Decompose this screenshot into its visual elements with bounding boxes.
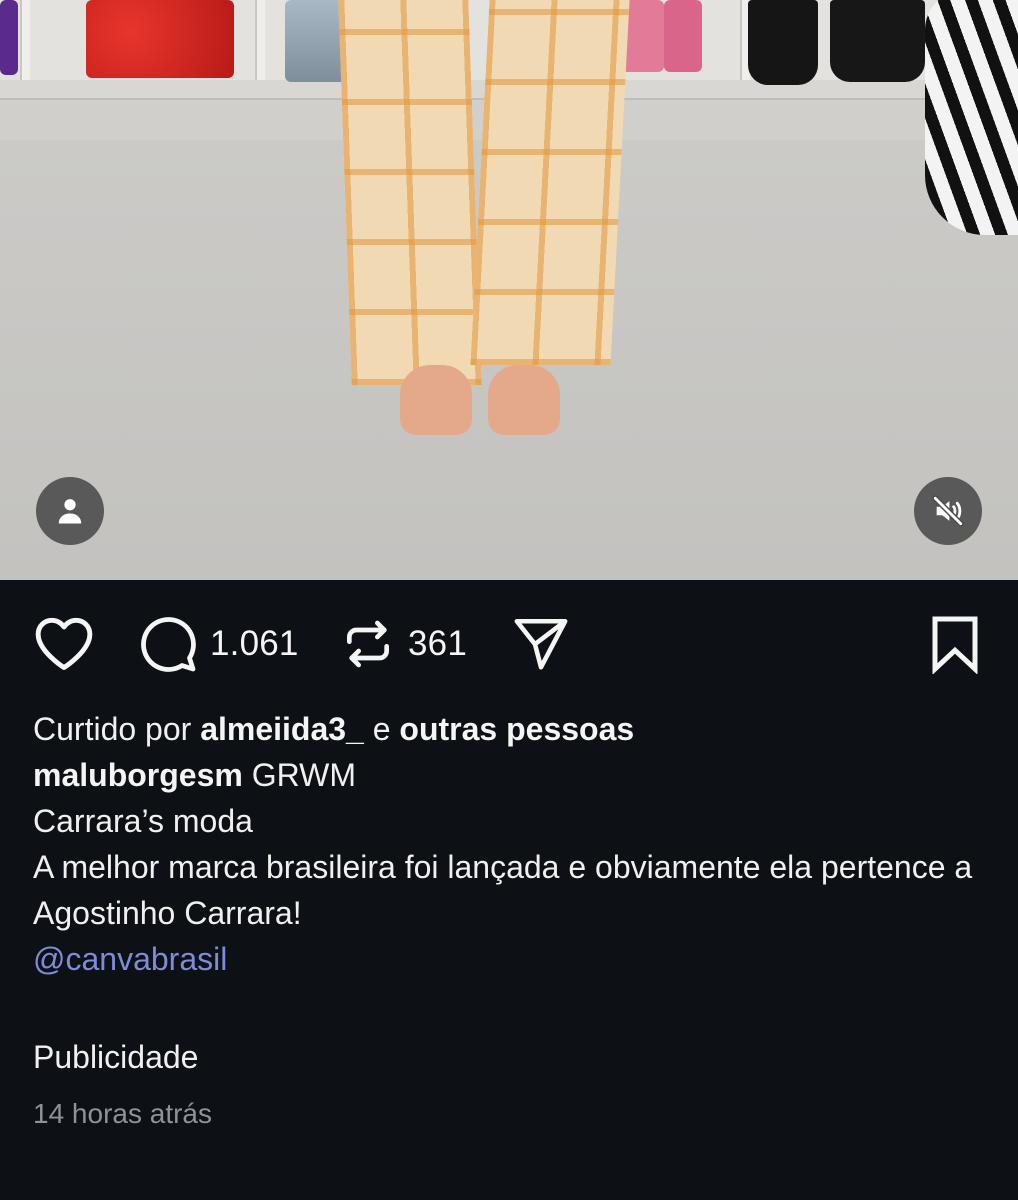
bookmark-icon xyxy=(932,616,978,674)
pant-leg-right xyxy=(470,0,630,365)
shoe xyxy=(830,0,925,82)
mute-toggle-button[interactable] xyxy=(914,477,982,545)
person-icon xyxy=(58,499,82,524)
pant-leg-left xyxy=(338,0,482,385)
repost-icon xyxy=(347,620,389,668)
caption-text-line2: Carrara’s moda xyxy=(33,803,253,839)
sponsored-label: Publicidade xyxy=(33,1039,199,1075)
shoe xyxy=(86,0,234,78)
caption-text-line3: A melhor marca brasileira foi lançada e … xyxy=(33,849,980,931)
shoe xyxy=(664,0,702,72)
liked-by-conjunction: e xyxy=(372,711,391,747)
comment-button[interactable]: 1.061 xyxy=(138,614,299,674)
like-button[interactable] xyxy=(33,614,95,672)
comment-bubble-icon xyxy=(141,617,196,672)
save-button[interactable] xyxy=(928,614,982,674)
post-timestamp: 14 horas atrás xyxy=(33,1098,212,1129)
post-caption: Curtido por almeiida3_ e outras pessoas … xyxy=(33,706,993,982)
author-username-link[interactable]: maluborgesm xyxy=(33,757,243,793)
liked-by-line: Curtido por almeiida3_ e outras pessoas xyxy=(33,706,993,752)
caption-first-line: maluborgesm GRWM xyxy=(33,752,993,798)
mention-link[interactable]: @canvabrasil xyxy=(33,941,227,977)
tagged-people-button[interactable] xyxy=(36,477,104,545)
repost-count: 361 xyxy=(408,624,467,663)
send-icon xyxy=(514,618,568,670)
liked-by-user-link[interactable]: almeiida3_ xyxy=(200,711,364,747)
liked-by-others-link[interactable]: outras pessoas xyxy=(399,711,634,747)
caption-text-grwm: GRWM xyxy=(251,757,356,793)
liked-by-prefix: Curtido por xyxy=(33,711,192,747)
foot-left xyxy=(400,365,472,435)
post-media-video[interactable] xyxy=(0,0,1018,580)
heart-icon xyxy=(35,617,93,670)
shoe xyxy=(748,0,818,85)
post-actions-bar: 1.061 361 xyxy=(0,600,1018,690)
speaker-muted-icon xyxy=(932,495,964,527)
share-button[interactable] xyxy=(510,614,572,672)
shoe xyxy=(0,0,18,75)
comment-count: 1.061 xyxy=(210,624,299,663)
repost-button[interactable]: 361 xyxy=(340,614,467,674)
zebra-ottoman xyxy=(925,0,1018,235)
foot-right xyxy=(488,365,560,435)
